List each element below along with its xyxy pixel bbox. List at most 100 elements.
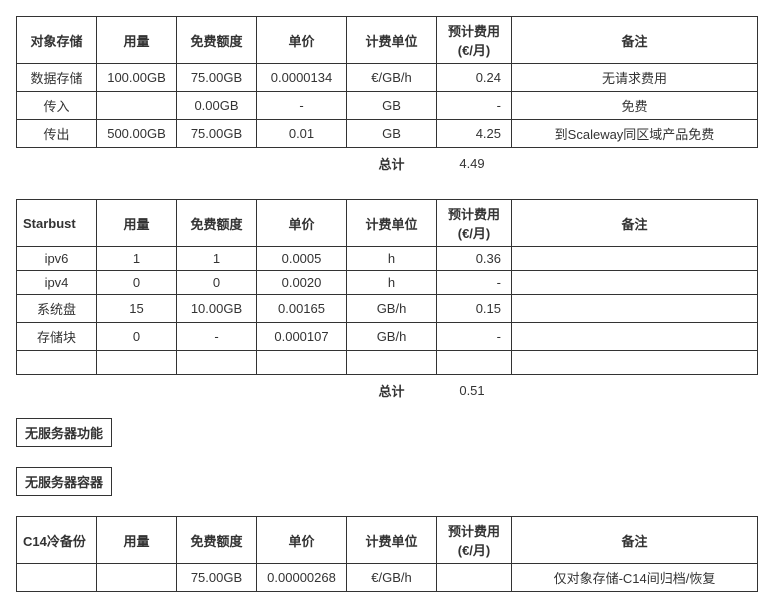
- cell-unit: €/GB/h: [347, 564, 437, 592]
- cell-name: [17, 564, 97, 592]
- cell-note: [512, 271, 758, 295]
- header-price: 单价: [257, 517, 347, 564]
- cell-price: 0.0000134: [257, 64, 347, 92]
- cell-unit: h: [347, 247, 437, 271]
- cell-free: 0: [177, 271, 257, 295]
- header-note: 备注: [512, 200, 758, 247]
- cell-est: -: [437, 92, 512, 120]
- total-row: 总计 4.49: [17, 148, 758, 178]
- header-price: 单价: [257, 17, 347, 64]
- total-value: 0.51: [437, 375, 512, 405]
- cell-note: [512, 323, 758, 351]
- cell-unit: GB: [347, 92, 437, 120]
- cell-price: 0.0020: [257, 271, 347, 295]
- cell-note: 无请求费用: [512, 64, 758, 92]
- cell-free: 75.00GB: [177, 564, 257, 592]
- cell-est: 0.36: [437, 247, 512, 271]
- header-note: 备注: [512, 517, 758, 564]
- total-row: 总计 0.51: [17, 375, 758, 405]
- header-name: Starbust: [17, 200, 97, 247]
- header-usage: 用量: [97, 517, 177, 564]
- table-row: 传入 0.00GB - GB - 免费: [17, 92, 758, 120]
- header-est: 预计费用(€/月): [437, 17, 512, 64]
- header-name: C14冷备份: [17, 517, 97, 564]
- table-row-empty: [17, 351, 758, 375]
- table-object-storage: 对象存储 用量 免费额度 单价 计费单位 预计费用(€/月) 备注 数据存储 1…: [16, 16, 758, 177]
- header-unit: 计费单位: [347, 17, 437, 64]
- cell-note: [512, 247, 758, 271]
- cell-price: 0.000107: [257, 323, 347, 351]
- cell-name: 传出: [17, 120, 97, 148]
- cell-name: 传入: [17, 92, 97, 120]
- cell-free: 1: [177, 247, 257, 271]
- cell-name: ipv6: [17, 247, 97, 271]
- cell-free: 75.00GB: [177, 64, 257, 92]
- header-note: 备注: [512, 17, 758, 64]
- label-serverless-fn: 无服务器功能: [16, 418, 112, 447]
- total-label: 总计: [347, 375, 437, 405]
- table-row: ipv6 1 1 0.0005 h 0.36: [17, 247, 758, 271]
- cell-unit: GB/h: [347, 295, 437, 323]
- cell-price: 0.0005: [257, 247, 347, 271]
- cell-usage: 15: [97, 295, 177, 323]
- cell-name: 系统盘: [17, 295, 97, 323]
- cell-usage: [97, 564, 177, 592]
- header-usage: 用量: [97, 200, 177, 247]
- table-row: 数据存储 100.00GB 75.00GB 0.0000134 €/GB/h 0…: [17, 64, 758, 92]
- cell-est: 4.25: [437, 120, 512, 148]
- cell-usage: 100.00GB: [97, 64, 177, 92]
- cell-unit: GB: [347, 120, 437, 148]
- cell-name: 存储块: [17, 323, 97, 351]
- cell-est: -: [437, 271, 512, 295]
- header-est: 预计费用(€/月): [437, 200, 512, 247]
- header-price: 单价: [257, 200, 347, 247]
- header-free: 免费额度: [177, 17, 257, 64]
- cell-est: 0.15: [437, 295, 512, 323]
- cell-free: 0.00GB: [177, 92, 257, 120]
- cell-est: -: [437, 323, 512, 351]
- cell-note: 免费: [512, 92, 758, 120]
- cell-free: -: [177, 323, 257, 351]
- cell-note: [512, 295, 758, 323]
- cell-free: 10.00GB: [177, 295, 257, 323]
- cell-free: 75.00GB: [177, 120, 257, 148]
- header-name: 对象存储: [17, 17, 97, 64]
- cell-usage: 500.00GB: [97, 120, 177, 148]
- table-starbust: Starbust 用量 免费额度 单价 计费单位 预计费用(€/月) 备注 ip…: [16, 199, 758, 404]
- table-c14: C14冷备份 用量 免费额度 单价 计费单位 预计费用(€/月) 备注 75.0…: [16, 516, 758, 592]
- cell-unit: €/GB/h: [347, 64, 437, 92]
- cell-usage: [97, 92, 177, 120]
- cell-unit: GB/h: [347, 323, 437, 351]
- cell-est: [437, 564, 512, 592]
- cell-price: 0.00000268: [257, 564, 347, 592]
- cell-unit: h: [347, 271, 437, 295]
- label-serverless-ct: 无服务器容器: [16, 467, 112, 496]
- cell-price: -: [257, 92, 347, 120]
- header-unit: 计费单位: [347, 200, 437, 247]
- cell-usage: 0: [97, 323, 177, 351]
- table-row: 传出 500.00GB 75.00GB 0.01 GB 4.25 到Scalew…: [17, 120, 758, 148]
- header-est: 预计费用(€/月): [437, 517, 512, 564]
- header-usage: 用量: [97, 17, 177, 64]
- table-row: 系统盘 15 10.00GB 0.00165 GB/h 0.15: [17, 295, 758, 323]
- cell-usage: 0: [97, 271, 177, 295]
- header-free: 免费额度: [177, 517, 257, 564]
- total-value: 4.49: [437, 148, 512, 178]
- cell-note: 仅对象存储-C14间归档/恢复: [512, 564, 758, 592]
- table-header-row: Starbust 用量 免费额度 单价 计费单位 预计费用(€/月) 备注: [17, 200, 758, 247]
- table-row: ipv4 0 0 0.0020 h -: [17, 271, 758, 295]
- cell-usage: 1: [97, 247, 177, 271]
- header-unit: 计费单位: [347, 517, 437, 564]
- cell-price: 0.00165: [257, 295, 347, 323]
- cell-price: 0.01: [257, 120, 347, 148]
- header-free: 免费额度: [177, 200, 257, 247]
- table-row: 75.00GB 0.00000268 €/GB/h 仅对象存储-C14间归档/恢…: [17, 564, 758, 592]
- table-row: 存储块 0 - 0.000107 GB/h -: [17, 323, 758, 351]
- cell-name: ipv4: [17, 271, 97, 295]
- cell-name: 数据存储: [17, 64, 97, 92]
- total-label: 总计: [347, 148, 437, 178]
- table-header-row: C14冷备份 用量 免费额度 单价 计费单位 预计费用(€/月) 备注: [17, 517, 758, 564]
- cell-note: 到Scaleway同区域产品免费: [512, 120, 758, 148]
- cell-est: 0.24: [437, 64, 512, 92]
- table-header-row: 对象存储 用量 免费额度 单价 计费单位 预计费用(€/月) 备注: [17, 17, 758, 64]
